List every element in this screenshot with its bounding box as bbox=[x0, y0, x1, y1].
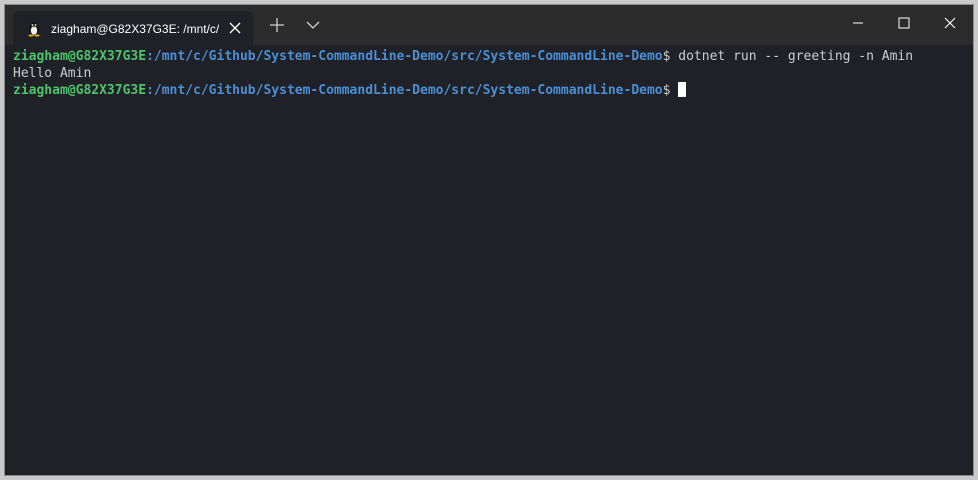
terminal-output[interactable]: ziagham@G82X37G3E:/mnt/c/Github/System-C… bbox=[5, 45, 973, 475]
maximize-icon bbox=[898, 17, 910, 29]
prompt-path: :/mnt/c/Github/System-CommandLine-Demo/s… bbox=[146, 49, 663, 64]
terminal-line: ziagham@G82X37G3E:/mnt/c/Github/System-C… bbox=[13, 48, 973, 65]
maximize-button[interactable] bbox=[881, 5, 927, 41]
close-icon bbox=[944, 17, 956, 29]
minimize-icon bbox=[853, 22, 863, 24]
tab-title: ziagham@G82X37G3E: /mnt/c/Github/System-… bbox=[51, 22, 219, 36]
plus-icon[interactable] bbox=[267, 15, 287, 35]
tab-terminal[interactable]: ziagham@G82X37G3E: /mnt/c/Github/System-… bbox=[13, 11, 253, 45]
terminal-line: Hello Amin bbox=[13, 65, 973, 82]
close-button[interactable] bbox=[927, 5, 973, 41]
command-text: dotnet run -- greeting -n Amin bbox=[678, 49, 914, 64]
prompt-user-host: ziagham@G82X37G3E bbox=[13, 49, 147, 64]
text-cursor bbox=[678, 82, 687, 97]
chevron-down-icon[interactable] bbox=[303, 15, 323, 35]
prompt-path: :/mnt/c/Github/System-CommandLine-Demo/s… bbox=[146, 83, 663, 98]
prompt-symbol: $ bbox=[662, 83, 679, 98]
prompt-user-host: ziagham@G82X37G3E bbox=[13, 83, 147, 98]
terminal-window: ziagham@G82X37G3E: /mnt/c/Github/System-… bbox=[5, 5, 973, 475]
linux-penguin-icon bbox=[28, 22, 40, 37]
command-output: Hello Amin bbox=[13, 66, 92, 81]
terminal-line[interactable]: ziagham@G82X37G3E:/mnt/c/Github/System-C… bbox=[13, 82, 973, 99]
minimize-button[interactable] bbox=[835, 5, 881, 41]
tab-close-icon[interactable] bbox=[227, 20, 243, 36]
title-bar[interactable]: ziagham@G82X37G3E: /mnt/c/Github/System-… bbox=[5, 5, 973, 45]
prompt-symbol: $ bbox=[662, 49, 679, 64]
